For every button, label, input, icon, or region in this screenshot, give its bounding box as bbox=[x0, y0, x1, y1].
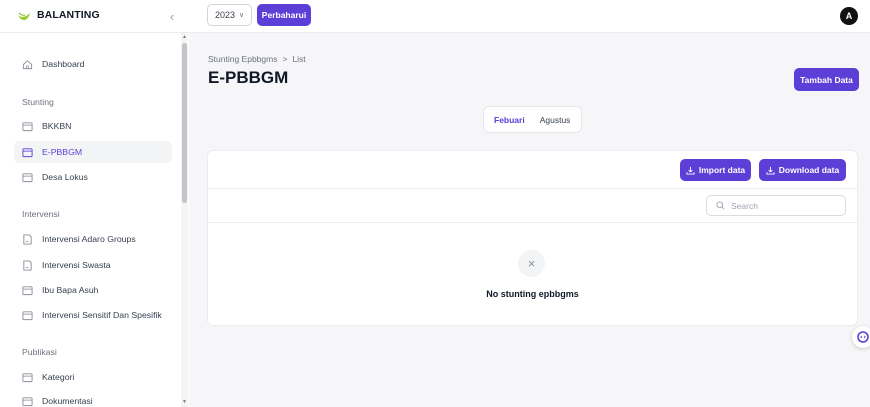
breadcrumb-separator: > bbox=[282, 54, 288, 64]
tab-agustus[interactable]: Agustus bbox=[534, 110, 577, 130]
download-icon bbox=[686, 166, 695, 175]
sidebar-item-label: Kategori bbox=[42, 372, 75, 382]
avatar[interactable]: A bbox=[840, 7, 858, 25]
breadcrumb: Stunting Epbbgms > List bbox=[208, 54, 306, 64]
brand-name: BALANTING bbox=[37, 9, 100, 21]
section-label-publikasi: Publikasi bbox=[22, 347, 57, 357]
search-box[interactable] bbox=[706, 195, 846, 216]
page-title: E-PBBGM bbox=[208, 68, 289, 87]
sidebar-item-label: Intervensi Sensitif Dan Spesifik bbox=[42, 310, 162, 320]
sidebar-item-label: Dashboard bbox=[42, 59, 85, 69]
empty-state-message: No stunting epbbgms bbox=[486, 289, 579, 299]
folder-icon bbox=[22, 285, 33, 295]
year-value: 2023 bbox=[215, 10, 236, 20]
leaf-logo-icon bbox=[18, 12, 30, 20]
breadcrumb-parent[interactable]: Stunting Epbbgms bbox=[208, 54, 277, 64]
sidebar-item-intervensi-swasta[interactable]: Intervensi Swasta bbox=[14, 254, 172, 276]
scroll-down-icon[interactable]: ▼ bbox=[182, 399, 187, 405]
table-toolbar: Import data Download data bbox=[208, 151, 857, 189]
download-data-label: Download data bbox=[778, 165, 840, 175]
sidebar-item-label: E-PBBGM bbox=[42, 147, 83, 157]
chat-icon bbox=[857, 331, 869, 343]
refresh-button[interactable]: Perbaharui bbox=[257, 4, 311, 26]
sidebar-item-bkkbn[interactable]: BKKBN bbox=[14, 115, 172, 137]
scroll-up-icon[interactable]: ▲ bbox=[182, 34, 187, 40]
search-row bbox=[208, 189, 857, 223]
sidebar-scroll-thumb[interactable] bbox=[182, 43, 187, 203]
folder-icon bbox=[22, 310, 33, 320]
tab-febuari[interactable]: Febuari bbox=[488, 110, 531, 130]
close-icon: × bbox=[518, 250, 545, 277]
sidebar-item-intervensi-adaro-groups[interactable]: Intervensi Adaro Groups bbox=[14, 228, 172, 250]
section-label-intervensi: Intervensi bbox=[22, 209, 60, 219]
chevron-left-icon: ‹ bbox=[169, 8, 175, 24]
sidebar-scrollbar[interactable]: ▲ ▼ bbox=[181, 33, 188, 407]
sidebar-item-kategori[interactable]: Kategori bbox=[14, 366, 172, 388]
period-tabs: Febuari Agustus bbox=[483, 106, 582, 133]
sidebar-item-dashboard[interactable]: Dashboard bbox=[14, 53, 172, 75]
sidebar-item-e-pbbgm[interactable]: E-PBBGM bbox=[14, 141, 172, 163]
sidebar-item-label: BKKBN bbox=[42, 121, 72, 131]
sidebar-item-label: Dokumentasi bbox=[42, 396, 93, 406]
folder-icon bbox=[22, 396, 33, 406]
breadcrumb-current: List bbox=[292, 54, 306, 64]
home-icon bbox=[22, 59, 33, 69]
document-icon bbox=[23, 233, 32, 245]
year-select[interactable]: 2023 ∨ bbox=[207, 4, 252, 26]
brand[interactable]: BALANTING bbox=[17, 9, 100, 21]
data-table-card: Import data Download data × No stunting … bbox=[207, 150, 858, 326]
chat-button[interactable] bbox=[852, 326, 870, 348]
sidebar-item-dokumentasi[interactable]: Dokumentasi bbox=[14, 390, 172, 407]
chevron-down-icon: ∨ bbox=[239, 12, 245, 19]
import-data-button[interactable]: Import data bbox=[680, 159, 751, 181]
sidebar-item-label: Intervensi Swasta bbox=[42, 260, 111, 270]
folder-icon bbox=[22, 147, 33, 157]
search-icon bbox=[716, 201, 725, 210]
folder-icon bbox=[22, 172, 33, 182]
collapse-sidebar-button[interactable]: ‹ bbox=[165, 8, 179, 24]
download-icon bbox=[766, 166, 775, 175]
sidebar-item-desa-lokus[interactable]: Desa Lokus bbox=[14, 166, 172, 188]
top-bar: BALANTING ‹ 2023 ∨ Perbaharui A bbox=[0, 0, 870, 33]
sidebar-item-ibu-bapa-asuh[interactable]: Ibu Bapa Asuh bbox=[14, 279, 172, 301]
sidebar-item-label: Desa Lokus bbox=[42, 172, 88, 182]
download-data-button[interactable]: Download data bbox=[759, 159, 846, 181]
folder-icon bbox=[22, 372, 33, 382]
document-icon bbox=[23, 259, 32, 271]
import-data-label: Import data bbox=[698, 165, 746, 175]
sidebar-item-label: Ibu Bapa Asuh bbox=[42, 285, 99, 295]
search-input[interactable] bbox=[731, 200, 831, 211]
folder-icon bbox=[22, 121, 33, 131]
sidebar-item-label: Intervensi Adaro Groups bbox=[42, 234, 136, 244]
section-label-stunting: Stunting bbox=[22, 97, 54, 107]
sidebar: Dashboard Stunting BKKBN E-PBBGM Desa Lo… bbox=[0, 33, 189, 407]
add-data-button[interactable]: Tambah Data bbox=[794, 68, 859, 91]
sidebar-item-intervensi-sensitif-dan-spesifik[interactable]: Intervensi Sensitif Dan Spesifik bbox=[14, 304, 172, 326]
